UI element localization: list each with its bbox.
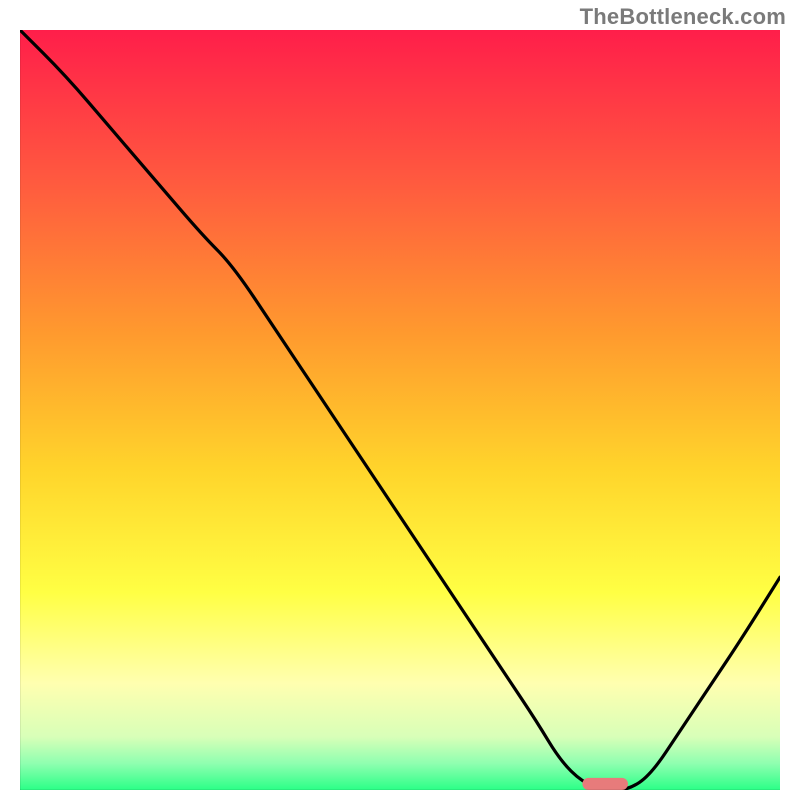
watermark-text: TheBottleneck.com bbox=[580, 4, 786, 30]
optimal-range-marker bbox=[582, 778, 628, 790]
chart-container: TheBottleneck.com bbox=[0, 0, 800, 800]
gradient-background bbox=[20, 30, 780, 790]
plot-area bbox=[20, 30, 780, 790]
bottleneck-chart bbox=[20, 30, 780, 790]
